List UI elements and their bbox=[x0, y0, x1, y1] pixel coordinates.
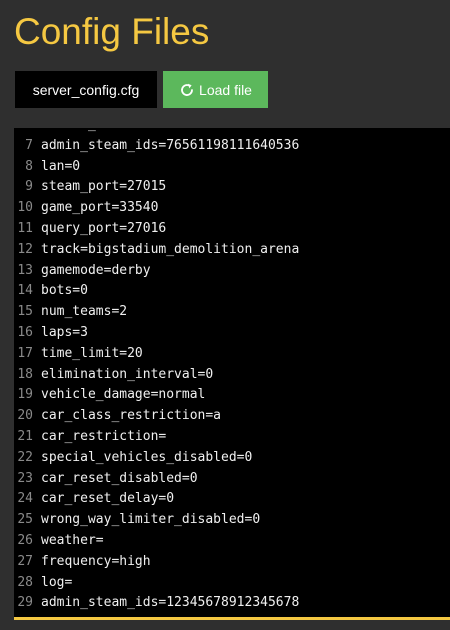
code-line[interactable]: 12 track=bigstadium_demolition_arena bbox=[14, 240, 450, 261]
line-content: car_class_restriction=a bbox=[41, 408, 222, 424]
file-select[interactable]: server_config.cfg bbox=[15, 71, 157, 108]
line-content: lan=0 bbox=[41, 158, 81, 174]
code-line[interactable]: 21 car_restriction= bbox=[14, 427, 450, 448]
code-line[interactable]: 26 weather= bbox=[14, 531, 450, 552]
code-line[interactable]: 13 gamemode=derby bbox=[14, 261, 450, 282]
line-content: bots=0 bbox=[41, 283, 88, 299]
line-content: log= bbox=[41, 574, 73, 590]
page-title: Config Files bbox=[14, 11, 210, 52]
line-number: 24 bbox=[17, 491, 33, 507]
line-content: admin_steam_ids=12345678912345678 bbox=[41, 595, 300, 611]
line-number: 28 bbox=[17, 574, 33, 590]
line-content: game_port=33540 bbox=[41, 200, 159, 216]
line-content: vehicle_damage=normal bbox=[41, 387, 206, 403]
line-number: 16 bbox=[17, 324, 33, 340]
line-number: 15 bbox=[17, 304, 33, 320]
line-number: 22 bbox=[17, 449, 33, 465]
line-number: 17 bbox=[17, 345, 33, 361]
line-content: frequency=high bbox=[41, 553, 151, 569]
code-line[interactable]: 20 car_class_restriction=a bbox=[14, 406, 450, 427]
line-content: track=bigstadium_demolition_arena bbox=[41, 241, 300, 257]
code-line[interactable]: 6 _ bbox=[14, 128, 450, 136]
line-number: 8 bbox=[25, 158, 33, 174]
code-line[interactable]: 22 special_vehicles_disabled=0 bbox=[14, 448, 450, 469]
code-line[interactable]: 27 frequency=high bbox=[14, 552, 450, 573]
line-number: 9 bbox=[25, 179, 33, 195]
line-content: query_port=27016 bbox=[41, 220, 167, 236]
code-line[interactable]: 8 lan=0 bbox=[14, 157, 450, 178]
line-content: special_vehicles_disabled=0 bbox=[41, 449, 253, 465]
line-number: 25 bbox=[17, 512, 33, 528]
line-content: num_teams=2 bbox=[41, 304, 128, 320]
line-number: 10 bbox=[17, 200, 33, 216]
toolbar: server_config.cfg Load file bbox=[15, 71, 268, 108]
line-number: 14 bbox=[17, 283, 33, 299]
line-content: car_restriction= bbox=[41, 428, 167, 444]
code-line[interactable]: 24 car_reset_delay=0 bbox=[14, 489, 450, 510]
line-content: steam_port=27015 bbox=[41, 179, 167, 195]
code-line[interactable]: 9 steam_port=27015 bbox=[14, 177, 450, 198]
line-number: 13 bbox=[17, 262, 33, 278]
code-editor[interactable]: 6 _7admin_steam_ids=765611981116405368la… bbox=[14, 128, 450, 619]
line-content: gamemode=derby bbox=[41, 262, 151, 278]
line-content: _ bbox=[41, 128, 96, 136]
line-content: wrong_way_limiter_disabled=0 bbox=[41, 512, 261, 528]
code-line[interactable]: 15 num_teams=2 bbox=[14, 302, 450, 323]
code-line[interactable]: 25 wrong_way_limiter_disabled=0 bbox=[14, 510, 450, 531]
code-line[interactable]: 16 laps=3 bbox=[14, 323, 450, 344]
line-number: 29 bbox=[17, 595, 33, 611]
code-line[interactable]: 23 car_reset_disabled=0 bbox=[14, 469, 450, 490]
code-line[interactable]: 14 bots=0 bbox=[14, 281, 450, 302]
code-line[interactable]: 18 elimination_interval=0 bbox=[14, 365, 450, 386]
refresh-icon bbox=[179, 82, 195, 98]
code-line[interactable]: 7 admin_steam_ids=76561198111640536 bbox=[14, 136, 450, 157]
line-number: 7 bbox=[25, 137, 33, 153]
line-number: 18 bbox=[17, 366, 33, 382]
load-file-label: Load file bbox=[199, 81, 252, 98]
line-content: laps=3 bbox=[41, 324, 88, 340]
code-line[interactable]: 10 game_port=33540 bbox=[14, 198, 450, 219]
line-content: weather= bbox=[41, 532, 104, 548]
line-content: car_reset_disabled=0 bbox=[41, 470, 198, 486]
line-number: 6 bbox=[14, 128, 41, 136]
load-file-button[interactable]: Load file bbox=[163, 71, 268, 108]
line-number: 19 bbox=[17, 387, 33, 403]
code-line[interactable]: 19 vehicle_damage=normal bbox=[14, 385, 450, 406]
line-number: 20 bbox=[17, 408, 33, 424]
line-content: admin_steam_ids=76561198111640536 bbox=[41, 137, 300, 153]
editor-bottom-border bbox=[14, 617, 450, 620]
code-line[interactable]: 28 log= bbox=[14, 573, 450, 594]
code-lines: 6 _7admin_steam_ids=765611981116405368la… bbox=[14, 128, 450, 614]
line-number: 11 bbox=[17, 220, 33, 236]
line-number: 21 bbox=[17, 428, 33, 444]
code-line[interactable]: 29 admin_steam_ids=12345678912345678 bbox=[14, 593, 450, 614]
line-number: 26 bbox=[17, 532, 33, 548]
code-line[interactable]: 17 time_limit=20 bbox=[14, 344, 450, 365]
line-content: car_reset_delay=0 bbox=[41, 491, 175, 507]
line-content: elimination_interval=0 bbox=[41, 366, 214, 382]
code-line[interactable]: 11 query_port=27016 bbox=[14, 219, 450, 240]
line-number: 27 bbox=[17, 553, 33, 569]
line-content: time_limit=20 bbox=[41, 345, 143, 361]
line-number: 23 bbox=[17, 470, 33, 486]
line-number: 12 bbox=[17, 241, 33, 257]
